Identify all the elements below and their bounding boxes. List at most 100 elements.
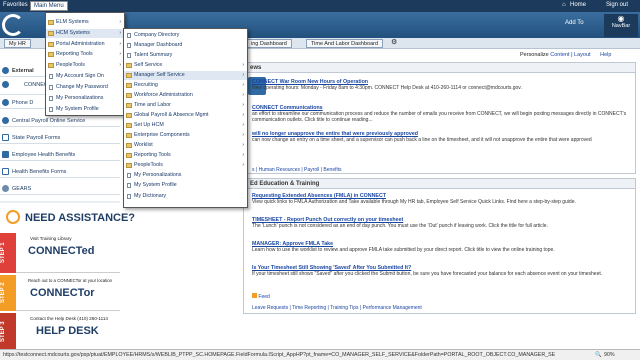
training-footer-links[interactable]: Leave Requests | Time Reporting | Traini…	[252, 305, 422, 311]
training-item: TIMESHEET - Report Punch Out correctly o…	[252, 217, 548, 229]
sidebar-employee-health[interactable]: Employee Health Benefits	[0, 149, 120, 161]
chevron-right-icon: ›	[119, 51, 121, 57]
folder-icon	[126, 153, 132, 158]
zoom-level[interactable]: 90%	[604, 352, 615, 358]
layout-link[interactable]: Layout	[574, 52, 591, 58]
step-2: STEP 2 Reach out to a CONNECTor at your …	[0, 275, 120, 311]
page-icon	[127, 43, 131, 48]
status-url: https://testconnect.mdcourts.gov/psp/ptu…	[3, 352, 556, 358]
home-link[interactable]: Home	[570, 2, 586, 8]
folder-icon	[48, 20, 54, 25]
submenu-dictionary[interactable]: My Dictionary	[124, 192, 247, 201]
submenu-workforce-admin[interactable]: Workforce Administration ›	[124, 91, 247, 100]
news-header: ews	[244, 63, 635, 73]
news-footer-links[interactable]: s | Human Resources | Payroll | Benefits	[252, 167, 342, 173]
browser-status-bar: https://testconnect.mdcourts.gov/psp/ptu…	[0, 349, 640, 360]
folder-icon	[126, 143, 132, 148]
submenu-recruiting[interactable]: Recruiting ›	[124, 81, 247, 90]
help-link[interactable]: Help	[600, 52, 611, 58]
submenu-manager-dashboard[interactable]: Manager Dashboard	[124, 41, 247, 50]
submenu-self-service[interactable]: Self Service ›	[124, 61, 247, 70]
rss-icon	[252, 293, 257, 298]
menu-item-portal-admin[interactable]: Portal Administration ›	[46, 40, 124, 49]
folder-icon	[126, 83, 132, 88]
menu-item-peopletools[interactable]: PeopleTools ›	[46, 61, 124, 70]
globe-icon	[2, 67, 9, 74]
submenu-worklist[interactable]: Worklist ›	[124, 141, 247, 150]
page-icon	[127, 173, 131, 178]
page-icon	[49, 85, 53, 90]
sidebar-state-payroll[interactable]: State Payroll Forms	[0, 132, 120, 144]
training-header: Ed Education & Training	[244, 179, 635, 189]
submenu-reporting-tools[interactable]: Reporting Tools ›	[124, 151, 247, 160]
home-icon[interactable]: ⌂	[562, 2, 566, 8]
connect-icon	[2, 81, 9, 88]
folder-icon	[126, 103, 132, 108]
gear-icon[interactable]: ⚙	[391, 38, 397, 46]
menu-item-reporting[interactable]: Reporting Tools ›	[46, 50, 124, 59]
folder-icon	[126, 63, 132, 68]
sidebar-health-forms[interactable]: Health Benefits Forms	[0, 166, 120, 178]
sidebar-central-payroll[interactable]: Central Payroll Online Service	[0, 115, 120, 127]
main-menu-dropdown: ELM Systems › HCM Systems › Portal Adminis…	[45, 12, 125, 116]
page-icon	[127, 194, 131, 199]
news-item: will no longer unapprove the entire that…	[252, 131, 592, 143]
chevron-right-icon: ›	[242, 132, 244, 138]
main-menu[interactable]: Main Menu	[30, 1, 68, 11]
menu-item-change-password[interactable]: Change My Password	[46, 83, 124, 92]
submenu-peopletools[interactable]: PeopleTools ›	[124, 161, 247, 170]
news-item: CONNECT War Room New Hours of Operation …	[252, 79, 522, 91]
compass-icon: ◉	[617, 14, 625, 23]
chevron-right-icon: ›	[119, 30, 121, 36]
chevron-right-icon: ›	[242, 112, 244, 118]
submenu-talent-summary[interactable]: Talent Summary	[124, 51, 247, 60]
menu-item-personalizations[interactable]: My Personalizations	[46, 94, 124, 103]
tab-my-hr[interactable]: My HR	[4, 39, 31, 48]
chevron-right-icon: ›	[242, 62, 244, 68]
zoom-icon: 🔍	[595, 352, 602, 358]
add-to-menu[interactable]: Add To	[565, 20, 584, 26]
submenu-company-directory[interactable]: Company Directory	[124, 31, 247, 40]
page-icon	[49, 107, 53, 112]
folder-icon	[126, 163, 132, 168]
folder-icon	[126, 93, 132, 98]
tab-time-labor[interactable]: Time And Labor Dashboard	[306, 39, 384, 48]
chevron-right-icon: ›	[119, 41, 121, 47]
sidebar-gears[interactable]: GEARS	[0, 183, 120, 195]
feed-link[interactable]: Feed	[252, 293, 270, 300]
gears-icon	[2, 185, 9, 192]
hcm-submenu: Company Directory Manager Dashboard Tale…	[123, 28, 248, 208]
training-panel: Ed Education & Training Requesting Exten…	[243, 178, 636, 314]
menu-item-system-profile[interactable]: My System Profile	[46, 105, 124, 114]
menu-item-account-signon[interactable]: My Account Sign On	[46, 72, 124, 81]
connector-logo: CONNECTor	[30, 287, 95, 299]
chevron-right-icon: ›	[242, 152, 244, 158]
menu-item-elm[interactable]: ELM Systems ›	[46, 18, 124, 27]
sign-out-link[interactable]: Sign out	[606, 2, 628, 8]
submenu-manager-self-service[interactable]: Manager Self Service ›	[124, 71, 247, 80]
submenu-global-payroll[interactable]: Global Payroll & Absence Mgmt ›	[124, 111, 247, 120]
folder-icon	[48, 42, 54, 47]
submenu-personalizations[interactable]: My Personalizations	[124, 171, 247, 180]
chevron-right-icon: ›	[119, 19, 121, 25]
tab-dashboard[interactable]: ing Dashboard	[246, 39, 292, 48]
chevron-right-icon: ›	[242, 72, 244, 78]
step-1: STEP 1 Visit Training Library CONNECTed	[0, 233, 120, 273]
submenu-time-labor[interactable]: Time and Labor ›	[124, 101, 247, 110]
submenu-setup-hcm[interactable]: Set Up HCM ›	[124, 121, 247, 130]
content-link[interactable]: Content	[550, 52, 569, 58]
news-panel: ews CONNECT War Room New Hours of Operat…	[243, 62, 636, 174]
favorites-menu[interactable]: Favorites	[3, 2, 28, 8]
navbar-button[interactable]: ◉ NavBar	[604, 14, 638, 37]
submenu-system-profile[interactable]: My System Profile	[124, 181, 247, 190]
document-icon	[2, 134, 9, 141]
need-assistance-title: NEED ASSISTANCE?	[25, 212, 136, 224]
menu-item-hcm[interactable]: HCM Systems ›	[46, 29, 124, 38]
training-item: Is Your Timesheet Still Showing 'Saved' …	[252, 265, 603, 277]
health-icon	[2, 151, 9, 158]
logo-icon	[2, 14, 24, 36]
folder-icon	[48, 63, 54, 68]
training-item: Requesting Extended Absences (FMLA) in C…	[252, 193, 576, 205]
connected-logo: CONNECTed	[28, 245, 95, 257]
submenu-enterprise-components[interactable]: Enterprise Components ›	[124, 131, 247, 140]
